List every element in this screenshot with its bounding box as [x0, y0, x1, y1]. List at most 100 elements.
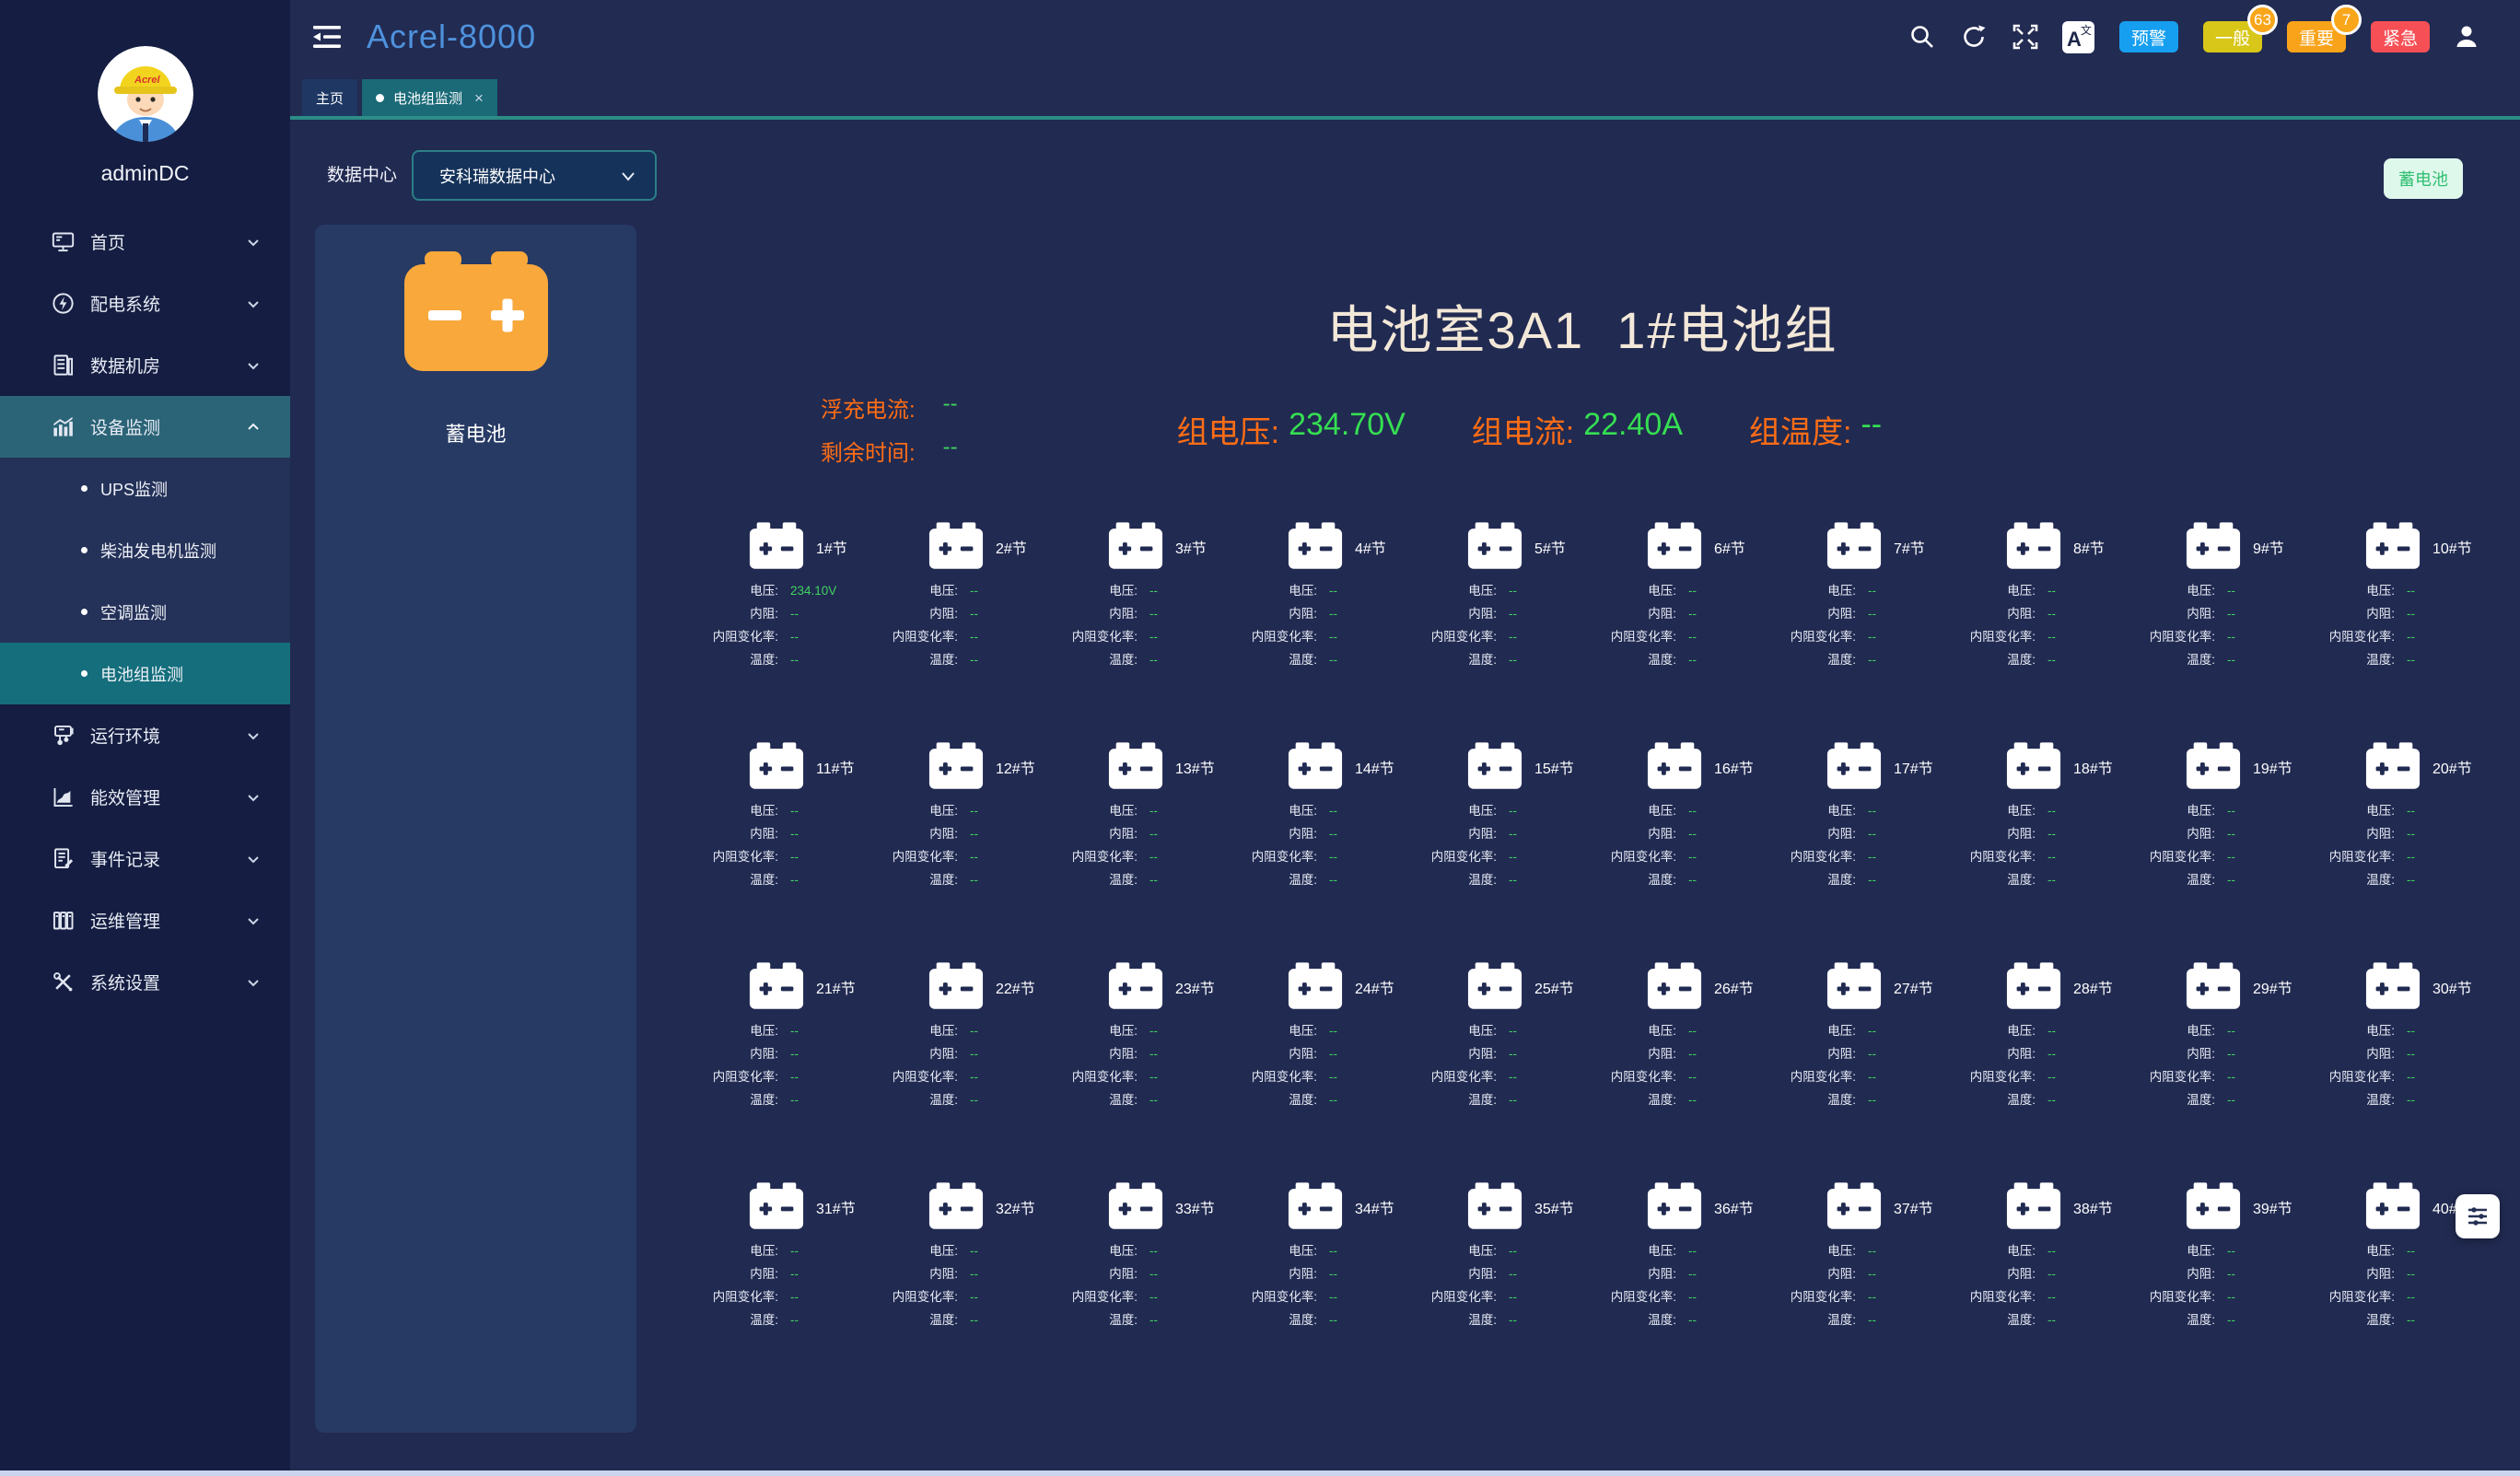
alarm-button-general[interactable]: 一般 63: [2203, 21, 2262, 52]
cell-data-row: 内阻:--: [2141, 602, 2321, 625]
cell-data-row: 温度:--: [1243, 1088, 1423, 1111]
cell-field-value: --: [2407, 1088, 2415, 1111]
cell-data-row: 内阻变化率:--: [1064, 1285, 1243, 1308]
battery-icon: [1646, 1182, 1703, 1231]
cell-data-row: 电压:--: [1243, 579, 1423, 602]
sidebar-item-power-distribution[interactable]: 配电系统: [0, 273, 290, 334]
battery-cell-head: 18#节: [2005, 742, 2141, 791]
cell-data-row: 内阻:--: [2321, 602, 2501, 625]
horizontal-scrollbar[interactable]: [0, 1470, 2520, 1476]
cell-field-value: --: [1688, 1285, 1697, 1308]
cell-data-row: 内阻:--: [2321, 1262, 2501, 1285]
cell-field-value: --: [1509, 1065, 1517, 1088]
cell-field-value: --: [1688, 625, 1697, 648]
cell-field-value: --: [1868, 868, 1876, 891]
cell-field-value: --: [1509, 868, 1517, 891]
battery-cell-head: 34#节: [1287, 1182, 1423, 1231]
battery-cell-data: 电压:--内阻:--内阻变化率:--温度:--: [1064, 799, 1243, 891]
sidebar-item-device-monitor[interactable]: 设备监测: [0, 396, 290, 458]
cell-data-row: 电压:--: [705, 1019, 884, 1042]
cell-field-value: --: [1868, 845, 1876, 868]
datacenter-select[interactable]: 安科瑞数据中心: [412, 150, 657, 201]
sidebar-subitem-ups[interactable]: UPS监测: [0, 458, 290, 519]
cell-field-label: 电压:: [1064, 799, 1138, 822]
battery-cell: 9#节 电压:--内阻:--内阻变化率:--温度:--: [2141, 522, 2321, 671]
sidebar-item-settings[interactable]: 系统设置: [0, 951, 290, 1013]
cell-data-row: 内阻:--: [2141, 822, 2321, 845]
cell-field-label: 内阻变化率:: [1243, 1285, 1317, 1308]
cell-field-label: 电压:: [1782, 579, 1856, 602]
battery-cell-head: 35#节: [1466, 1182, 1603, 1231]
cell-field-value: --: [1868, 625, 1876, 648]
alarm-button-important[interactable]: 重要 7: [2287, 21, 2346, 52]
search-icon[interactable]: [1908, 22, 1937, 52]
alarm-button-warning[interactable]: 预警: [2119, 21, 2178, 52]
sidebar-item-label: 配电系统: [90, 291, 160, 316]
battery-cell-head: 11#节: [748, 742, 884, 791]
refresh-icon[interactable]: [1959, 22, 1989, 52]
translate-icon[interactable]: A 文: [2062, 21, 2094, 53]
cell-data-row: 内阻:--: [1423, 602, 1603, 625]
user-avatar[interactable]: Acrel: [98, 46, 193, 142]
battery-icon: [1646, 742, 1703, 791]
battery-cell-label: 14#节: [1355, 756, 1394, 778]
cell-data-row: 电压:--: [1064, 579, 1243, 602]
battery-filter-button[interactable]: 蓄电池: [2384, 158, 2463, 199]
cell-field-label: 温度:: [2141, 1088, 2215, 1111]
cell-field-label: 内阻:: [1603, 1262, 1676, 1285]
sidebar-subitem-battery-monitor[interactable]: 电池组监测: [0, 643, 290, 704]
battery-cell-label: 12#节: [996, 756, 1035, 778]
cell-field-value: --: [1329, 1019, 1337, 1042]
cell-field-label: 内阻变化率:: [2321, 845, 2395, 868]
app-window: Acrel adminDC 首页 配电系统: [0, 0, 2520, 1476]
cell-field-label: 电压:: [2141, 799, 2215, 822]
battery-cell-head: 38#节: [2005, 1182, 2141, 1231]
cell-field-label: 内阻变化率:: [884, 1065, 958, 1088]
cell-field-label: 内阻变化率:: [1962, 625, 2036, 648]
menu-fold-icon[interactable]: [311, 23, 343, 51]
close-icon[interactable]: ×: [474, 90, 484, 106]
device-list-panel: 蓄电池: [315, 225, 636, 1433]
alarm-count-badge: 7: [2331, 5, 2362, 35]
cell-field-label: 内阻:: [1423, 1042, 1497, 1065]
tab-home[interactable]: 主页: [302, 79, 357, 116]
fullscreen-icon[interactable]: [2011, 22, 2040, 52]
battery-cell-label: 33#节: [1175, 1196, 1215, 1218]
cell-field-value: --: [2407, 648, 2415, 671]
sidebar-item-environment[interactable]: 运行环境: [0, 704, 290, 766]
cell-data-row: 温度:--: [2141, 868, 2321, 891]
display-settings-button[interactable]: [2456, 1194, 2500, 1238]
sidebar-item-home[interactable]: 首页: [0, 211, 290, 273]
alarm-button-critical[interactable]: 紧急: [2371, 21, 2430, 52]
cell-data-row: 内阻:--: [884, 822, 1064, 845]
cell-field-label: 温度:: [1782, 648, 1856, 671]
cell-field-value: --: [1688, 1042, 1697, 1065]
battery-icon: [1466, 742, 1523, 791]
sidebar-item-ops[interactable]: 运维管理: [0, 889, 290, 951]
battery-card-icon[interactable]: [404, 251, 548, 380]
user-icon[interactable]: [2452, 22, 2481, 52]
sidebar-subitem-diesel-generator[interactable]: 柴油发电机监测: [0, 519, 290, 581]
tab-battery-monitor[interactable]: 电池组监测 ×: [362, 79, 497, 116]
cell-data-row: 温度:--: [1243, 648, 1423, 671]
chevron-down-icon: [242, 354, 264, 377]
battery-cell-data: 电压:--内阻:--内阻变化率:--温度:--: [1064, 1239, 1243, 1331]
sidebar-item-energy[interactable]: 能效管理: [0, 766, 290, 828]
cell-field-value: --: [1868, 648, 1876, 671]
sidebar-item-event-log[interactable]: 事件记录: [0, 828, 290, 889]
cell-field-value: --: [2048, 1088, 2056, 1111]
cell-data-row: 内阻:--: [705, 1262, 884, 1285]
cell-field-label: 电压:: [2321, 1019, 2395, 1042]
cell-data-row: 温度:--: [2321, 868, 2501, 891]
cell-data-row: 电压:--: [2321, 1019, 2501, 1042]
cell-data-row: 内阻:--: [1962, 1042, 2141, 1065]
sidebar-item-server-room[interactable]: 数据机房: [0, 334, 290, 396]
battery-cell: 19#节 电压:--内阻:--内阻变化率:--温度:--: [2141, 742, 2321, 891]
battery-cell-head: 10#节: [2364, 522, 2501, 571]
cell-field-label: 内阻:: [705, 822, 778, 845]
battery-cell-data: 电压:--内阻:--内阻变化率:--温度:--: [1243, 579, 1423, 671]
cell-field-value: --: [970, 845, 978, 868]
cell-field-label: 温度:: [2321, 1088, 2395, 1111]
sidebar-subitem-aircon[interactable]: 空调监测: [0, 581, 290, 643]
cell-field-label: 温度:: [2141, 868, 2215, 891]
